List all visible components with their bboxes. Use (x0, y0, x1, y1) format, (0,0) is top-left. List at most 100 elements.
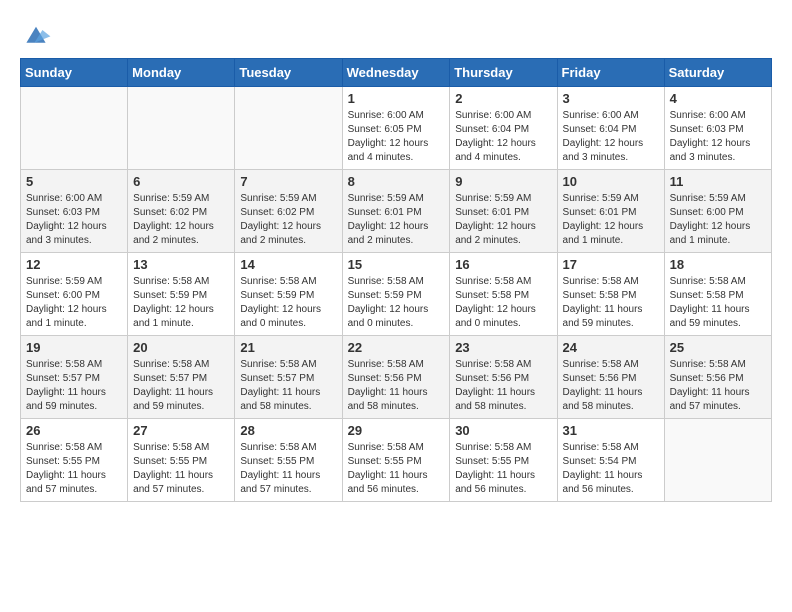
calendar-week-row: 19 Sunrise: 5:58 AMSunset: 5:57 PMDayligh… (21, 336, 772, 419)
calendar-cell (235, 87, 342, 170)
cell-content: Sunrise: 6:00 AMSunset: 6:05 PMDaylight:… (348, 109, 445, 165)
day-number: 19 (26, 340, 122, 355)
calendar-week-row: 12 Sunrise: 5:59 AMSunset: 6:00 PMDayligh… (21, 253, 772, 336)
day-header-friday: Friday (557, 59, 664, 87)
day-number: 5 (26, 174, 122, 189)
cell-content: Sunrise: 5:58 AMSunset: 5:55 PMDaylight:… (133, 441, 229, 497)
cell-content: Sunrise: 5:59 AMSunset: 6:02 PMDaylight:… (240, 192, 336, 248)
cell-content: Sunrise: 5:58 AMSunset: 5:55 PMDaylight:… (348, 441, 445, 497)
day-header-sunday: Sunday (21, 59, 128, 87)
day-number: 24 (563, 340, 659, 355)
cell-content: Sunrise: 5:58 AMSunset: 5:54 PMDaylight:… (563, 441, 659, 497)
day-number: 11 (670, 174, 766, 189)
day-number: 10 (563, 174, 659, 189)
cell-content: Sunrise: 5:58 AMSunset: 5:55 PMDaylight:… (26, 441, 122, 497)
calendar-cell: 26 Sunrise: 5:58 AMSunset: 5:55 PMDayligh… (21, 419, 128, 502)
calendar-cell: 4 Sunrise: 6:00 AMSunset: 6:03 PMDaylight… (664, 87, 771, 170)
day-number: 29 (348, 423, 445, 438)
calendar-cell: 3 Sunrise: 6:00 AMSunset: 6:04 PMDaylight… (557, 87, 664, 170)
logo (20, 20, 56, 48)
day-number: 26 (26, 423, 122, 438)
calendar-cell: 12 Sunrise: 5:59 AMSunset: 6:00 PMDayligh… (21, 253, 128, 336)
cell-content: Sunrise: 5:58 AMSunset: 5:59 PMDaylight:… (348, 275, 445, 331)
day-number: 9 (455, 174, 551, 189)
calendar-cell: 14 Sunrise: 5:58 AMSunset: 5:59 PMDayligh… (235, 253, 342, 336)
cell-content: Sunrise: 6:00 AMSunset: 6:03 PMDaylight:… (670, 109, 766, 165)
calendar-cell (21, 87, 128, 170)
day-number: 22 (348, 340, 445, 355)
day-number: 28 (240, 423, 336, 438)
page-header (20, 20, 772, 48)
calendar-cell: 11 Sunrise: 5:59 AMSunset: 6:00 PMDayligh… (664, 170, 771, 253)
calendar-cell: 25Sunrise: 5:58 AMSunset: 5:56 PMDayligh… (664, 336, 771, 419)
calendar-cell: 17 Sunrise: 5:58 AMSunset: 5:58 PMDayligh… (557, 253, 664, 336)
day-number: 17 (563, 257, 659, 272)
calendar-cell: 2Sunrise: 6:00 AMSunset: 6:04 PMDaylight… (450, 87, 557, 170)
cell-content: Sunrise: 5:59 AMSunset: 6:01 PMDaylight:… (348, 192, 445, 248)
day-number: 23 (455, 340, 551, 355)
cell-content: Sunrise: 5:59 AMSunset: 6:00 PMDaylight:… (26, 275, 122, 331)
calendar-cell: 30 Sunrise: 5:58 AMSunset: 5:55 PMDayligh… (450, 419, 557, 502)
cell-content: Sunrise: 5:58 AMSunset: 5:57 PMDaylight:… (240, 358, 336, 414)
calendar-cell: 18 Sunrise: 5:58 AMSunset: 5:58 PMDayligh… (664, 253, 771, 336)
calendar-cell: 27 Sunrise: 5:58 AMSunset: 5:55 PMDayligh… (128, 419, 235, 502)
calendar-cell: 6 Sunrise: 5:59 AMSunset: 6:02 PMDaylight… (128, 170, 235, 253)
cell-content: Sunrise: 5:59 AMSunset: 6:01 PMDaylight:… (563, 192, 659, 248)
day-number: 16 (455, 257, 551, 272)
day-number: 27 (133, 423, 229, 438)
day-header-wednesday: Wednesday (342, 59, 450, 87)
calendar-cell: 21 Sunrise: 5:58 AMSunset: 5:57 PMDayligh… (235, 336, 342, 419)
calendar-cell: 1 Sunrise: 6:00 AMSunset: 6:05 PMDaylight… (342, 87, 450, 170)
calendar-cell: 10 Sunrise: 5:59 AMSunset: 6:01 PMDayligh… (557, 170, 664, 253)
cell-content: Sunrise: 5:58 AMSunset: 5:56 PMDaylight:… (348, 358, 445, 414)
calendar-cell: 9 Sunrise: 5:59 AMSunset: 6:01 PMDaylight… (450, 170, 557, 253)
day-number: 8 (348, 174, 445, 189)
day-number: 7 (240, 174, 336, 189)
day-header-tuesday: Tuesday (235, 59, 342, 87)
cell-content: Sunrise: 5:58 AMSunset: 5:58 PMDaylight:… (563, 275, 659, 331)
cell-content: Sunrise: 5:59 AMSunset: 6:02 PMDaylight:… (133, 192, 229, 248)
cell-content: Sunrise: 5:58 AMSunset: 5:58 PMDaylight:… (455, 275, 551, 331)
calendar-cell: 7 Sunrise: 5:59 AMSunset: 6:02 PMDaylight… (235, 170, 342, 253)
calendar-week-row: 1 Sunrise: 6:00 AMSunset: 6:05 PMDaylight… (21, 87, 772, 170)
cell-content: Sunrise: 5:58 AMSunset: 5:58 PMDaylight:… (670, 275, 766, 331)
calendar-cell: 24 Sunrise: 5:58 AMSunset: 5:56 PMDayligh… (557, 336, 664, 419)
day-number: 4 (670, 91, 766, 106)
calendar-cell: 31Sunrise: 5:58 AMSunset: 5:54 PMDayligh… (557, 419, 664, 502)
calendar-cell: 22 Sunrise: 5:58 AMSunset: 5:56 PMDayligh… (342, 336, 450, 419)
calendar-week-row: 5Sunrise: 6:00 AMSunset: 6:03 PMDaylight… (21, 170, 772, 253)
cell-content: Sunrise: 5:58 AMSunset: 5:56 PMDaylight:… (563, 358, 659, 414)
calendar-cell: 13Sunrise: 5:58 AMSunset: 5:59 PMDayligh… (128, 253, 235, 336)
cell-content: Sunrise: 5:58 AMSunset: 5:57 PMDaylight:… (26, 358, 122, 414)
calendar-cell: 19 Sunrise: 5:58 AMSunset: 5:57 PMDayligh… (21, 336, 128, 419)
day-number: 21 (240, 340, 336, 355)
calendar-cell: 29 Sunrise: 5:58 AMSunset: 5:55 PMDayligh… (342, 419, 450, 502)
day-number: 30 (455, 423, 551, 438)
day-number: 14 (240, 257, 336, 272)
calendar-cell: 20Sunrise: 5:58 AMSunset: 5:57 PMDayligh… (128, 336, 235, 419)
cell-content: Sunrise: 5:58 AMSunset: 5:55 PMDaylight:… (455, 441, 551, 497)
day-number: 18 (670, 257, 766, 272)
day-number: 12 (26, 257, 122, 272)
day-header-thursday: Thursday (450, 59, 557, 87)
cell-content: Sunrise: 5:58 AMSunset: 5:59 PMDaylight:… (240, 275, 336, 331)
calendar-cell (128, 87, 235, 170)
day-number: 1 (348, 91, 445, 106)
day-number: 13 (133, 257, 229, 272)
day-number: 3 (563, 91, 659, 106)
calendar-cell (664, 419, 771, 502)
calendar-cell: 16 Sunrise: 5:58 AMSunset: 5:58 PMDayligh… (450, 253, 557, 336)
cell-content: Sunrise: 6:00 AMSunset: 6:04 PMDaylight:… (455, 109, 551, 165)
calendar-cell: 23Sunrise: 5:58 AMSunset: 5:56 PMDayligh… (450, 336, 557, 419)
calendar-table: SundayMondayTuesdayWednesdayThursdayFrid… (20, 58, 772, 502)
cell-content: Sunrise: 5:59 AMSunset: 6:00 PMDaylight:… (670, 192, 766, 248)
day-number: 20 (133, 340, 229, 355)
day-header-saturday: Saturday (664, 59, 771, 87)
calendar-cell: 8 Sunrise: 5:59 AMSunset: 6:01 PMDaylight… (342, 170, 450, 253)
day-number: 6 (133, 174, 229, 189)
calendar-cell: 28Sunrise: 5:58 AMSunset: 5:55 PMDayligh… (235, 419, 342, 502)
day-header-monday: Monday (128, 59, 235, 87)
cell-content: Sunrise: 6:00 AMSunset: 6:04 PMDaylight:… (563, 109, 659, 165)
cell-content: Sunrise: 5:59 AMSunset: 6:01 PMDaylight:… (455, 192, 551, 248)
day-number: 15 (348, 257, 445, 272)
